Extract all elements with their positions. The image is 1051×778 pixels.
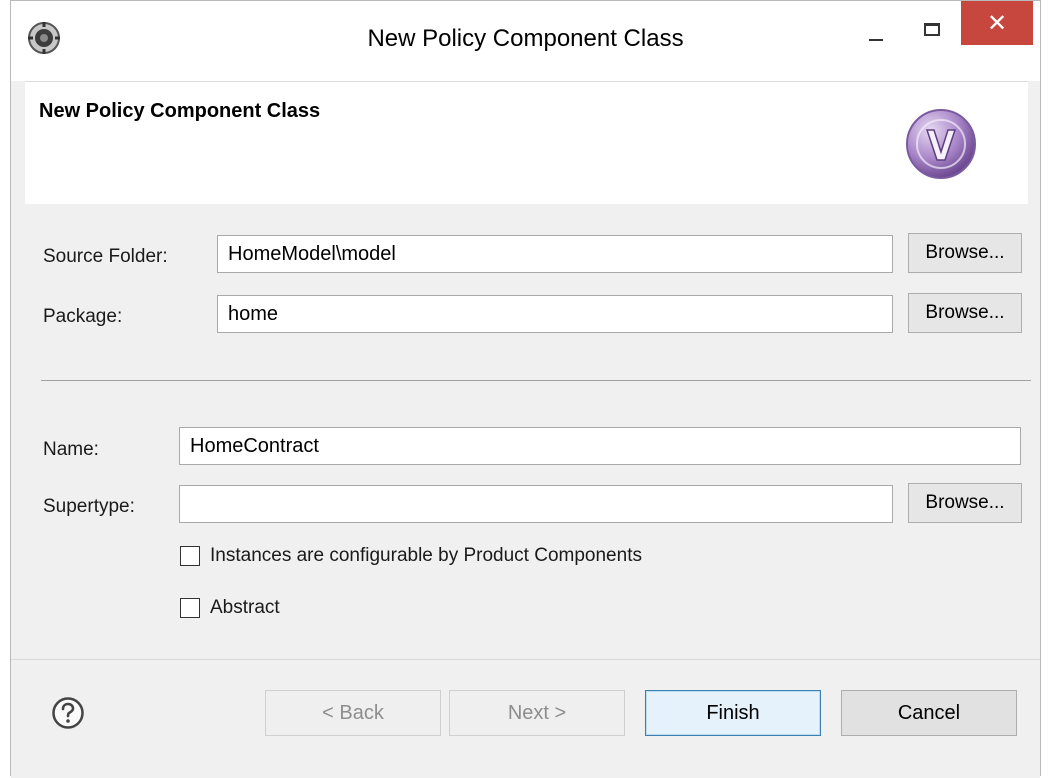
name-label: Name:	[43, 439, 99, 460]
help-question-icon[interactable]	[51, 696, 85, 730]
minimize-button[interactable]	[859, 13, 895, 47]
configurable-checkbox-label[interactable]: Instances are configurable by Product Co…	[210, 545, 642, 567]
package-field[interactable]	[217, 295, 893, 333]
maximize-button[interactable]	[913, 13, 949, 47]
back-button[interactable]: < Back	[265, 690, 441, 736]
configurable-checkbox[interactable]	[180, 546, 200, 566]
source-folder-label: Source Folder:	[43, 246, 168, 267]
package-browse-button[interactable]: Browse...	[908, 293, 1022, 333]
supertype-field[interactable]	[179, 485, 893, 523]
wizard-header: New Policy Component Class	[25, 81, 1028, 205]
package-label: Package:	[43, 306, 123, 327]
separator	[41, 380, 1031, 381]
name-field[interactable]	[179, 427, 1021, 465]
button-bar: < Back Next > Finish Cancel	[11, 659, 1040, 778]
dialog-window: New Policy Component Class ✕ New Policy …	[10, 0, 1041, 778]
close-icon: ✕	[986, 9, 1008, 37]
title-bar: New Policy Component Class ✕	[11, 1, 1040, 81]
next-button[interactable]: Next >	[449, 690, 625, 736]
supertype-label: Supertype:	[43, 496, 135, 517]
page-title: New Policy Component Class	[39, 100, 321, 122]
source-folder-field[interactable]	[217, 235, 893, 273]
abstract-checkbox-label[interactable]: Abstract	[210, 597, 280, 619]
finish-button[interactable]: Finish	[645, 690, 821, 736]
wizard-body: Source Folder: Browse... Package: Browse…	[25, 204, 1031, 659]
source-folder-browse-button[interactable]: Browse...	[908, 233, 1022, 273]
faktorips-v-logo-icon	[906, 109, 976, 179]
cancel-button[interactable]: Cancel	[841, 690, 1017, 736]
close-button[interactable]: ✕	[961, 1, 1033, 45]
abstract-checkbox[interactable]	[180, 598, 200, 618]
supertype-browse-button[interactable]: Browse...	[908, 483, 1022, 523]
